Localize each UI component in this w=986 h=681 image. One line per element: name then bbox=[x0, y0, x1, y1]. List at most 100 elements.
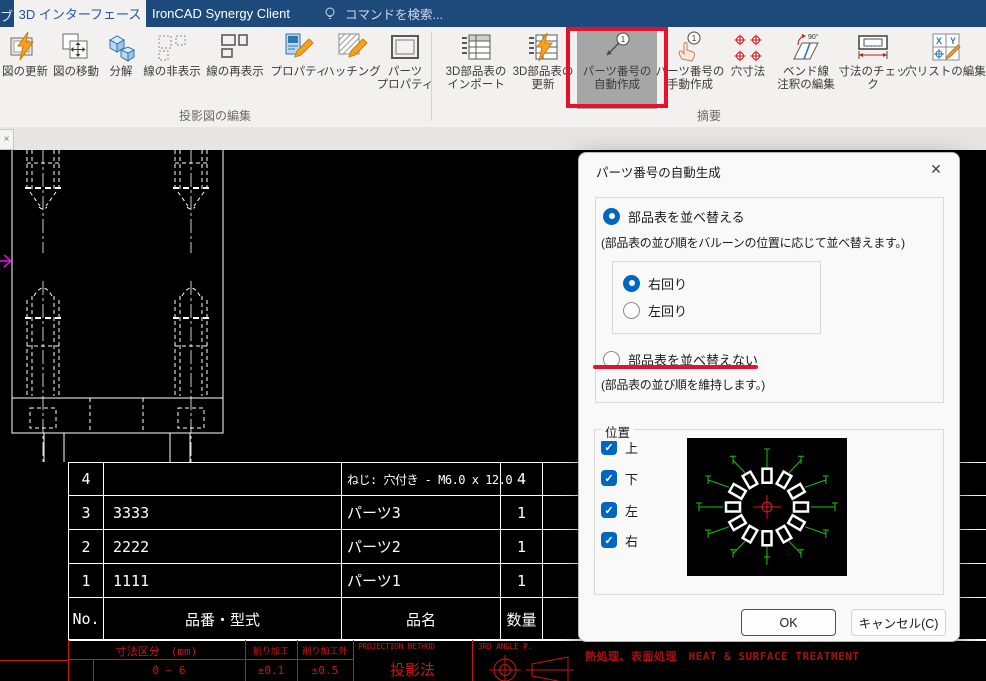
ribbon-group-label-summary: 摘要 bbox=[432, 107, 986, 125]
balloon-manual-icon: 1 bbox=[674, 31, 706, 63]
radio-unchecked-icon bbox=[603, 351, 620, 368]
radio-no-sort-label: 部品表を並べ替えない bbox=[628, 350, 758, 369]
ribbon-button-bom-import[interactable]: 3D部品表の インポート bbox=[439, 29, 513, 109]
ribbon-button-hole-list[interactable]: XY 穴リストの編集 bbox=[905, 29, 986, 109]
parts-table-cell: 1 bbox=[501, 496, 543, 530]
ribbon-button-label: パーツ番号の 手動作成 bbox=[656, 66, 725, 92]
checkbox-label: 下 bbox=[625, 469, 638, 488]
parts-table-cell: パーツ2 bbox=[342, 530, 501, 564]
radio-sort-bom-label: 部品表を並べ替える bbox=[628, 207, 745, 226]
parts-table-header-cell: No. bbox=[69, 598, 104, 640]
radio-clockwise[interactable]: 右回り bbox=[623, 274, 687, 292]
radio-no-sort[interactable]: 部品表を並べ替えない bbox=[603, 350, 758, 368]
ribbon-button-hide-lines[interactable]: 線の非表示 bbox=[139, 29, 205, 109]
machined-tol: ±0.1 bbox=[245, 664, 297, 677]
third-angle-projection-symbol bbox=[478, 653, 588, 681]
direction-group-box bbox=[612, 261, 821, 334]
tab-ironcad-synergy-client[interactable]: IronCAD Synergy Client bbox=[150, 0, 292, 27]
checkbox-checked-icon: ✓ bbox=[601, 439, 617, 455]
command-search[interactable]: コマンドを検索... bbox=[322, 0, 443, 27]
parts-table-header-cell: 品番・型式 bbox=[104, 598, 342, 640]
balloon-auto-icon: 1 bbox=[601, 31, 633, 63]
dim-range: 0 ~ 6 bbox=[93, 664, 245, 677]
hole-list-icon: XY bbox=[930, 31, 962, 63]
svg-text:X: X bbox=[935, 36, 941, 46]
ribbon-button-bend-annotation[interactable]: 90° ベンド線 注釈の編集 bbox=[770, 29, 842, 109]
ribbon-button-move-drawing[interactable]: 図の移動 bbox=[46, 29, 106, 109]
view-arrow-marker bbox=[0, 255, 11, 267]
parts-table-cell bbox=[104, 463, 342, 496]
parts-table-header-cell: 品名 bbox=[342, 598, 501, 640]
parts-table-cell: パーツ3 bbox=[342, 496, 501, 530]
ribbon-button-balloon-manual[interactable]: 1 パーツ番号の 手動作成 bbox=[650, 29, 730, 109]
parts-table-cell: パーツ1 bbox=[342, 564, 501, 598]
dialog-title: パーツ番号の自動生成 bbox=[596, 162, 721, 181]
sort-caption: (部品表の並び順をバルーンの位置に応じて並べ替えます。) bbox=[601, 234, 905, 251]
ribbon-button-label: 3D部品表の 更新 bbox=[513, 66, 574, 92]
ribbon-button-hole-dimension[interactable]: 穴寸法 bbox=[725, 29, 771, 109]
parts-table-cell: 3 bbox=[69, 496, 104, 530]
svg-text:90°: 90° bbox=[808, 33, 819, 41]
radio-unchecked-icon bbox=[623, 302, 640, 319]
parts-table-cell: 1 bbox=[69, 564, 104, 598]
ribbon-button-dimension-check[interactable]: 寸法のチェック bbox=[835, 29, 911, 109]
refresh-drawing-icon bbox=[9, 31, 41, 63]
projection-method-value: 投影法 bbox=[353, 659, 472, 680]
ribbon: 図の更新図の移動分解線の非表示線の再表示プロパティハッチングパーツ プロパティ3… bbox=[0, 27, 986, 128]
dim-class-label: 寸法区分 (mm) bbox=[68, 643, 245, 659]
ribbon-button-balloon-auto[interactable]: 1パーツ番号の 自動作成 bbox=[577, 29, 657, 109]
position-group-label: 位置 bbox=[601, 422, 634, 441]
svg-text:1: 1 bbox=[692, 34, 697, 43]
ribbon-button-label: ハッチング bbox=[323, 66, 381, 79]
checkbox-position-2[interactable]: ✓左 bbox=[601, 501, 638, 519]
ok-button[interactable]: OK bbox=[741, 609, 836, 636]
part-properties-icon bbox=[389, 31, 421, 63]
ribbon-button-label: 分解 bbox=[110, 66, 133, 79]
bom-update-icon bbox=[527, 31, 559, 63]
tab-partial[interactable]: ブ bbox=[0, 6, 13, 25]
third-angle-label: 3RD ANGLE P. bbox=[478, 642, 532, 651]
parts-table-cell: 2222 bbox=[104, 530, 342, 564]
machined-label: 削り加工 bbox=[245, 644, 297, 657]
hatching-icon bbox=[336, 31, 368, 63]
checkbox-checked-icon: ✓ bbox=[601, 502, 617, 518]
parts-table-cell: 1 bbox=[501, 530, 543, 564]
ribbon-button-bom-update[interactable]: 3D部品表の 更新 bbox=[506, 29, 580, 109]
hide-lines-icon bbox=[156, 31, 188, 63]
parts-table-header-cell: 数量 bbox=[501, 598, 543, 640]
parts-table-cell: ねじ: 穴付き - M6.0 x 12.0 bbox=[342, 463, 501, 496]
checkbox-checked-icon: ✓ bbox=[601, 532, 617, 548]
balloon-auto-dialog: パーツ番号の自動生成 ✕ 部品表を並べ替える (部品表の並び順をバルーンの位置に… bbox=[578, 152, 960, 642]
ribbon-button-part-properties[interactable]: パーツ プロパティ bbox=[374, 29, 436, 109]
ribbon-button-label: 穴寸法 bbox=[731, 66, 766, 79]
balloon-preview-image bbox=[687, 438, 847, 576]
parts-table-cell: 3333 bbox=[104, 496, 342, 530]
tab-3d-interface[interactable]: 3D インターフェース bbox=[14, 0, 146, 27]
ribbon-button-label: 穴リストの編集 bbox=[905, 66, 986, 79]
dialog-close-icon[interactable]: ✕ bbox=[923, 158, 949, 180]
ribbon-group-label-projection-edit: 投影図の編集 bbox=[0, 107, 430, 125]
ribbon-button-label: 3D部品表の インポート bbox=[446, 66, 507, 92]
ribbon-button-show-lines[interactable]: 線の再表示 bbox=[202, 29, 268, 109]
parts-table-cell: 2 bbox=[69, 530, 104, 564]
cancel-button[interactable]: キャンセル(C) bbox=[851, 609, 946, 636]
unmachined-label: 削り加工外 bbox=[297, 644, 353, 657]
radio-checked-icon bbox=[603, 208, 620, 225]
ribbon-button-label: プロパティ bbox=[271, 66, 328, 79]
radio-sort-bom[interactable]: 部品表を並べ替える bbox=[603, 207, 745, 225]
ribbon-button-label: パーツ プロパティ bbox=[377, 66, 434, 92]
radio-counterclockwise[interactable]: 左回り bbox=[623, 301, 687, 319]
dimension-check-icon bbox=[857, 31, 889, 63]
ribbon-button-explode[interactable]: 分解 bbox=[99, 29, 143, 109]
parts-table-cell: 4 bbox=[501, 463, 543, 496]
ribbon-button-label: ベンド線 注釈の編集 bbox=[777, 66, 835, 92]
document-tab-close-icon[interactable]: × bbox=[0, 129, 14, 150]
checkbox-position-1[interactable]: ✓下 bbox=[601, 469, 638, 487]
parts-table-cell: 1 bbox=[501, 564, 543, 598]
svg-text:1: 1 bbox=[621, 35, 626, 44]
radio-checked-icon bbox=[623, 275, 640, 292]
radio-clockwise-label: 右回り bbox=[648, 274, 687, 293]
show-lines-icon bbox=[219, 31, 251, 63]
checkbox-position-3[interactable]: ✓右 bbox=[601, 531, 638, 549]
no-sort-caption: (部品表の並び順を維持します。) bbox=[601, 376, 765, 393]
